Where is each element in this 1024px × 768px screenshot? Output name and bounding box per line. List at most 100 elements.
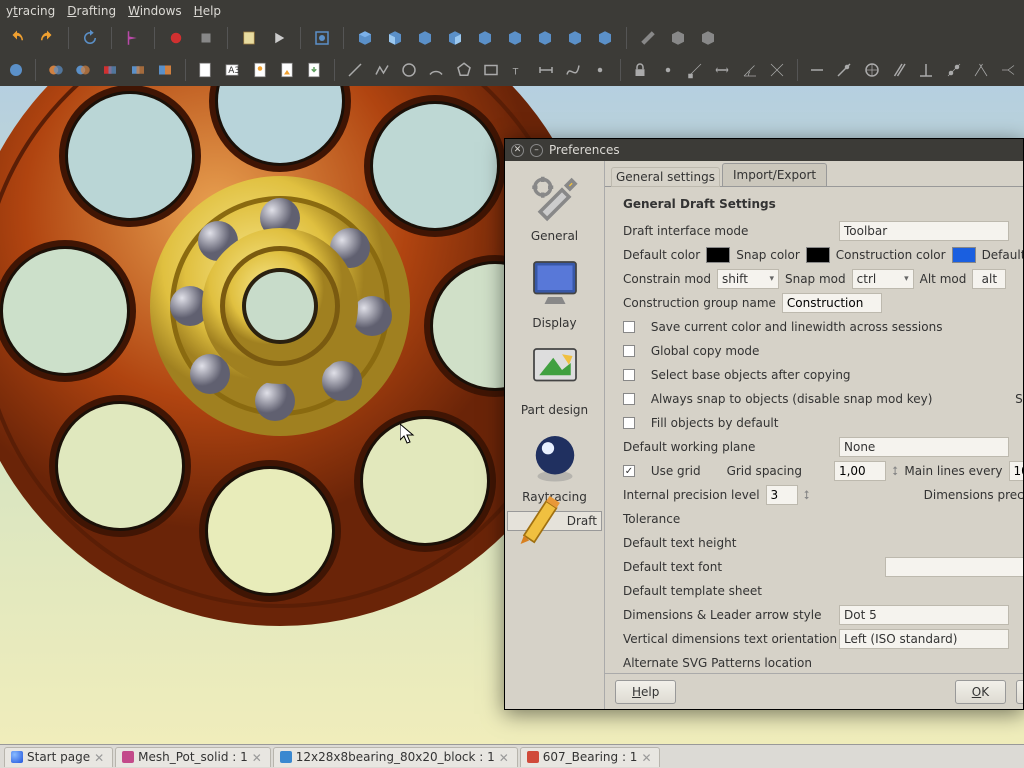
chk-fillobj[interactable] [623, 417, 635, 429]
bspline-icon[interactable] [563, 59, 582, 81]
tab-close-icon[interactable]: ✕ [499, 751, 511, 763]
dimension-icon[interactable] [536, 59, 555, 81]
measure-icon[interactable] [637, 27, 659, 49]
circle-icon[interactable] [399, 59, 418, 81]
select-arrow[interactable]: Dot 5 [839, 605, 1009, 625]
view-left-icon[interactable] [534, 27, 556, 49]
input-prec[interactable] [766, 485, 798, 505]
snap-mid-icon[interactable] [658, 59, 677, 81]
input-txtf[interactable] [885, 557, 1023, 577]
snap-int-icon[interactable] [767, 59, 786, 81]
close-icon[interactable]: ✕ [511, 144, 524, 157]
page-a3-icon[interactable]: A3 [223, 59, 242, 81]
snap-parallel-icon[interactable] [889, 59, 908, 81]
view-rear-icon[interactable] [474, 27, 496, 49]
lock-icon[interactable] [631, 59, 650, 81]
swatch-defcolor[interactable] [706, 247, 730, 263]
bool-section-icon[interactable] [128, 59, 147, 81]
view-bottom-icon[interactable] [504, 27, 526, 49]
chk-usegrid[interactable]: ✓ [623, 465, 635, 477]
bool-cut-icon[interactable] [73, 59, 92, 81]
menubar[interactable]: ytracing Drafting Windows Help [0, 0, 1024, 22]
input-consgrp[interactable] [782, 293, 882, 313]
menu-windows[interactable]: Windows [128, 4, 182, 18]
chk-alwayssnap[interactable] [623, 393, 635, 405]
rectangle-icon[interactable] [481, 59, 500, 81]
stop-icon[interactable] [195, 27, 217, 49]
record-icon[interactable] [165, 27, 187, 49]
view-top-icon[interactable] [414, 27, 436, 49]
page-proj-icon[interactable] [277, 59, 296, 81]
help-button[interactable]: Help [615, 680, 676, 704]
wire-icon[interactable] [372, 59, 391, 81]
input-mainlines[interactable] [1009, 461, 1023, 481]
select-snapmod[interactable]: ctrl▾ [852, 269, 914, 289]
select-altmod[interactable]: alt [972, 269, 1006, 289]
arc-icon[interactable] [427, 59, 446, 81]
select-defplane[interactable]: None [839, 437, 1009, 457]
text-icon[interactable]: T [509, 59, 528, 81]
redo-icon[interactable] [36, 27, 58, 49]
menu-raytracing[interactable]: ytracing [6, 4, 55, 18]
chk-savecolor[interactable] [623, 321, 635, 333]
snap-tan-icon[interactable] [944, 59, 963, 81]
chk-globalcopy[interactable] [623, 345, 635, 357]
refresh-icon[interactable] [79, 27, 101, 49]
snap-angle-icon[interactable] [740, 59, 759, 81]
input-gridspacing[interactable] [834, 461, 886, 481]
bool-union-icon[interactable] [46, 59, 65, 81]
menu-drafting[interactable]: Drafting [67, 4, 116, 18]
menu-help[interactable]: Help [194, 4, 221, 18]
tab-general-settings[interactable]: General settings [611, 167, 720, 187]
swatch-conscolor[interactable] [952, 247, 976, 263]
snap-dist-icon[interactable] [713, 59, 732, 81]
apply-button[interactable]: Apply [1016, 680, 1023, 704]
category-partdesign[interactable]: Part design [507, 337, 602, 422]
ok-button[interactable]: OK [955, 680, 1006, 704]
category-general[interactable]: General [507, 163, 602, 248]
doc-tab-bearing-block[interactable]: 12x28x8bearing_80x20_block : 1 ✕ [273, 747, 518, 767]
select-consmod[interactable]: shift▾ [717, 269, 779, 289]
page-view-icon[interactable] [250, 59, 269, 81]
snap-grid-icon[interactable] [971, 59, 990, 81]
undo-icon[interactable] [6, 27, 28, 49]
select-iface[interactable]: Toolbar [839, 221, 1009, 241]
category-display[interactable]: Display [507, 250, 602, 335]
select-vdim[interactable]: Left (ISO standard) [839, 629, 1009, 649]
view-right-icon[interactable] [444, 27, 466, 49]
zoom-fit-icon[interactable] [311, 27, 333, 49]
snap-wp-icon[interactable] [998, 59, 1017, 81]
play-icon[interactable] [268, 27, 290, 49]
chk-selbase[interactable] [623, 369, 635, 381]
snap-ortho-icon[interactable] [862, 59, 881, 81]
minimize-icon[interactable]: – [530, 144, 543, 157]
view-front-icon[interactable] [384, 27, 406, 49]
doc-tab-start[interactable]: Start page ✕ [4, 747, 113, 767]
bool-common-icon[interactable] [101, 59, 120, 81]
swatch-snapcolor[interactable] [806, 247, 830, 263]
script-icon[interactable] [238, 27, 260, 49]
tab-close-icon[interactable]: ✕ [252, 751, 264, 763]
view-axo1-icon[interactable] [564, 27, 586, 49]
tab-close-icon[interactable]: ✕ [94, 751, 106, 763]
dialog-titlebar[interactable]: ✕ – Preferences [505, 139, 1023, 161]
snap-end-icon[interactable] [685, 59, 704, 81]
page-icon[interactable] [196, 59, 215, 81]
tab-import-export[interactable]: Import/Export [722, 163, 827, 186]
snap-ext-icon[interactable] [807, 59, 826, 81]
bool-xor-icon[interactable] [155, 59, 174, 81]
point-icon[interactable] [591, 59, 610, 81]
line-icon[interactable] [345, 59, 364, 81]
export-icon[interactable] [305, 59, 324, 81]
doc-tab-mesh[interactable]: Mesh_Pot_solid : 1 ✕ [115, 747, 271, 767]
polygon-icon[interactable] [454, 59, 473, 81]
view-axo2-icon[interactable] [594, 27, 616, 49]
sphere-icon[interactable] [6, 59, 25, 81]
category-draft[interactable]: Draft [507, 511, 602, 531]
tab-close-icon[interactable]: ✕ [641, 751, 653, 763]
doc-tab-607bearing[interactable]: 607_Bearing : 1 ✕ [520, 747, 661, 767]
part-icon[interactable] [667, 27, 689, 49]
view-iso-icon[interactable] [354, 27, 376, 49]
part2-icon[interactable] [697, 27, 719, 49]
snap-near-icon[interactable] [835, 59, 854, 81]
